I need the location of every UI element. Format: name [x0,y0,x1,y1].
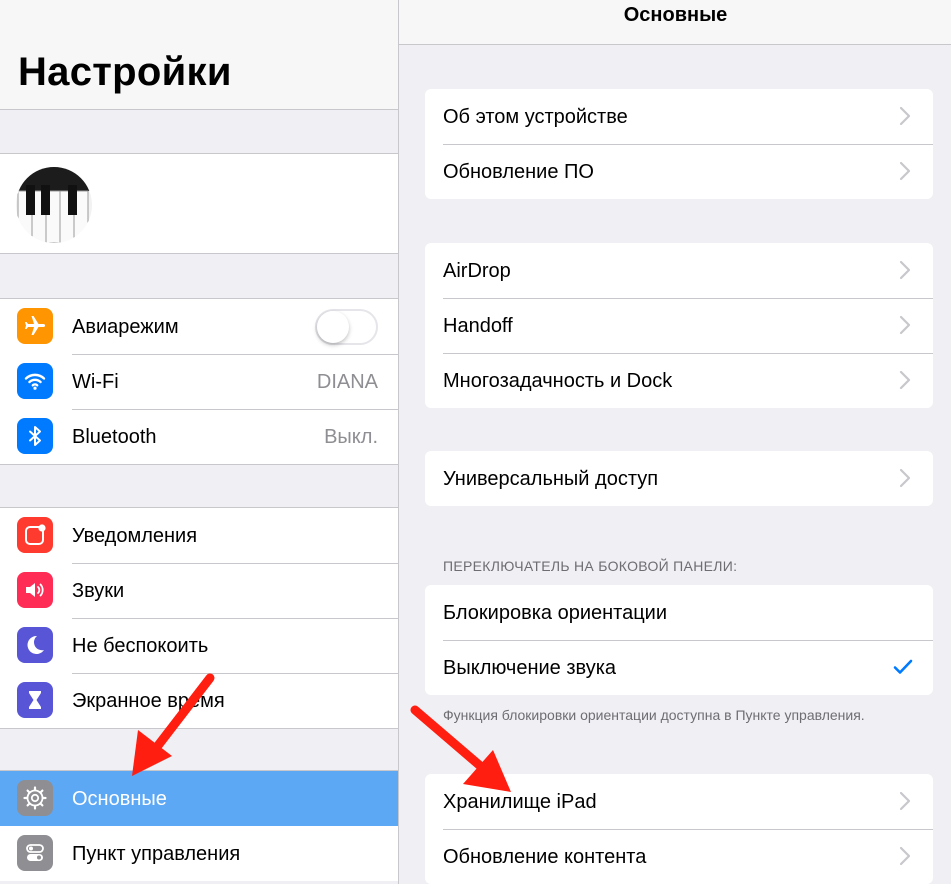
notifications-label: Уведомления [72,525,198,547]
chevron-right-icon [899,846,911,866]
row-mute[interactable]: Выключение звука [425,640,933,695]
gear-icon [17,780,53,816]
sidebar-header: Настройки [0,0,398,110]
lock-rotation-label: Блокировка ориентации [443,602,668,624]
chevron-right-icon [899,468,911,488]
row-do-not-disturb[interactable]: Не беспокоить [0,618,398,673]
chevron-right-icon [899,315,911,335]
detail-title: Основные [623,4,728,26]
row-handoff[interactable]: Handoff [425,298,933,353]
ipad-storage-label: Хранилище iPad [443,791,597,813]
wifi-label: Wi-Fi [72,371,119,393]
chevron-right-icon [899,791,911,811]
chevron-right-icon [899,370,911,390]
control-center-icon [17,835,53,871]
card-storage: Хранилище iPad Обновление контента [425,774,933,884]
airplane-icon [17,308,53,344]
row-lock-rotation[interactable]: Блокировка ориентации [425,585,933,640]
wifi-icon [17,363,53,399]
row-airplane-mode[interactable]: Авиарежим [0,299,398,354]
software-update-label: Обновление ПО [443,161,594,183]
sounds-label: Звуки [72,580,125,602]
row-ipad-storage[interactable]: Хранилище iPad [425,774,933,829]
card-side-switch: Блокировка ориентации Выключение звука [425,585,933,695]
connectivity-group: Авиарежим Wi-Fi DIANA Bluetooth Выкл. [0,298,398,465]
sidebar-title: Настройки [18,50,232,94]
row-general[interactable]: Основные [0,771,398,826]
row-about-device[interactable]: Об этом устройстве [425,89,933,144]
handoff-label: Handoff [443,315,513,337]
accessibility-label: Универсальный доступ [443,468,659,490]
multitasking-label: Многозадачность и Dock [443,370,673,392]
notifications-icon [17,517,53,553]
moon-icon [17,627,53,663]
screen-time-label: Экранное время [72,690,225,712]
bluetooth-label: Bluetooth [72,426,157,448]
chevron-right-icon [899,260,911,280]
notifications-group: Уведомления Звуки Не беспокоить Экранное… [0,507,398,729]
row-control-center[interactable]: Пункт управления [0,826,398,881]
row-airdrop[interactable]: AirDrop [425,243,933,298]
general-group: Основные Пункт управления [0,770,398,881]
airplane-mode-toggle[interactable] [315,309,378,345]
row-software-update[interactable]: Обновление ПО [425,144,933,199]
card-about: Об этом устройстве Обновление ПО [425,89,933,199]
row-wifi[interactable]: Wi-Fi DIANA [0,354,398,409]
row-screen-time[interactable]: Экранное время [0,673,398,728]
about-device-label: Об этом устройстве [443,106,628,128]
row-bluetooth[interactable]: Bluetooth Выкл. [0,409,398,464]
row-accessibility[interactable]: Универсальный доступ [425,451,933,506]
row-notifications[interactable]: Уведомления [0,508,398,563]
chevron-right-icon [899,106,911,126]
airdrop-label: AirDrop [443,260,511,282]
bluetooth-icon [17,418,53,454]
sounds-icon [17,572,53,608]
hourglass-icon [17,682,53,718]
airplane-mode-label: Авиарежим [72,316,179,338]
toggle-knob [317,311,349,343]
row-background-app-refresh[interactable]: Обновление контента [425,829,933,884]
detail-header: Основные [399,0,951,45]
card-continuity: AirDrop Handoff Многозадачность и Dock [425,243,933,408]
background-app-refresh-label: Обновление контента [443,846,647,868]
general-detail-pane: Основные Об этом устройстве Обновление П… [398,0,951,884]
control-center-label: Пункт управления [72,843,241,865]
do-not-disturb-label: Не беспокоить [72,635,209,657]
bluetooth-value: Выкл. [324,426,378,448]
settings-sidebar: Настройки Авиарежим Wi-Fi DIANA Bluetoot… [0,0,398,884]
chevron-right-icon [899,161,911,181]
apple-id-profile[interactable] [0,153,398,254]
card-accessibility: Универсальный доступ [425,451,933,506]
side-switch-section-footer: Функция блокировки ориентации доступна в… [443,707,865,723]
row-multitasking[interactable]: Многозадачность и Dock [425,353,933,408]
wifi-value: DIANA [316,371,378,393]
side-switch-section-header: ПЕРЕКЛЮЧАТЕЛЬ НА БОКОВОЙ ПАНЕЛИ: [443,558,738,574]
checkmark-icon [893,659,913,674]
avatar [16,167,92,243]
mute-label: Выключение звука [443,657,617,679]
row-sounds[interactable]: Звуки [0,563,398,618]
general-label: Основные [72,788,167,810]
